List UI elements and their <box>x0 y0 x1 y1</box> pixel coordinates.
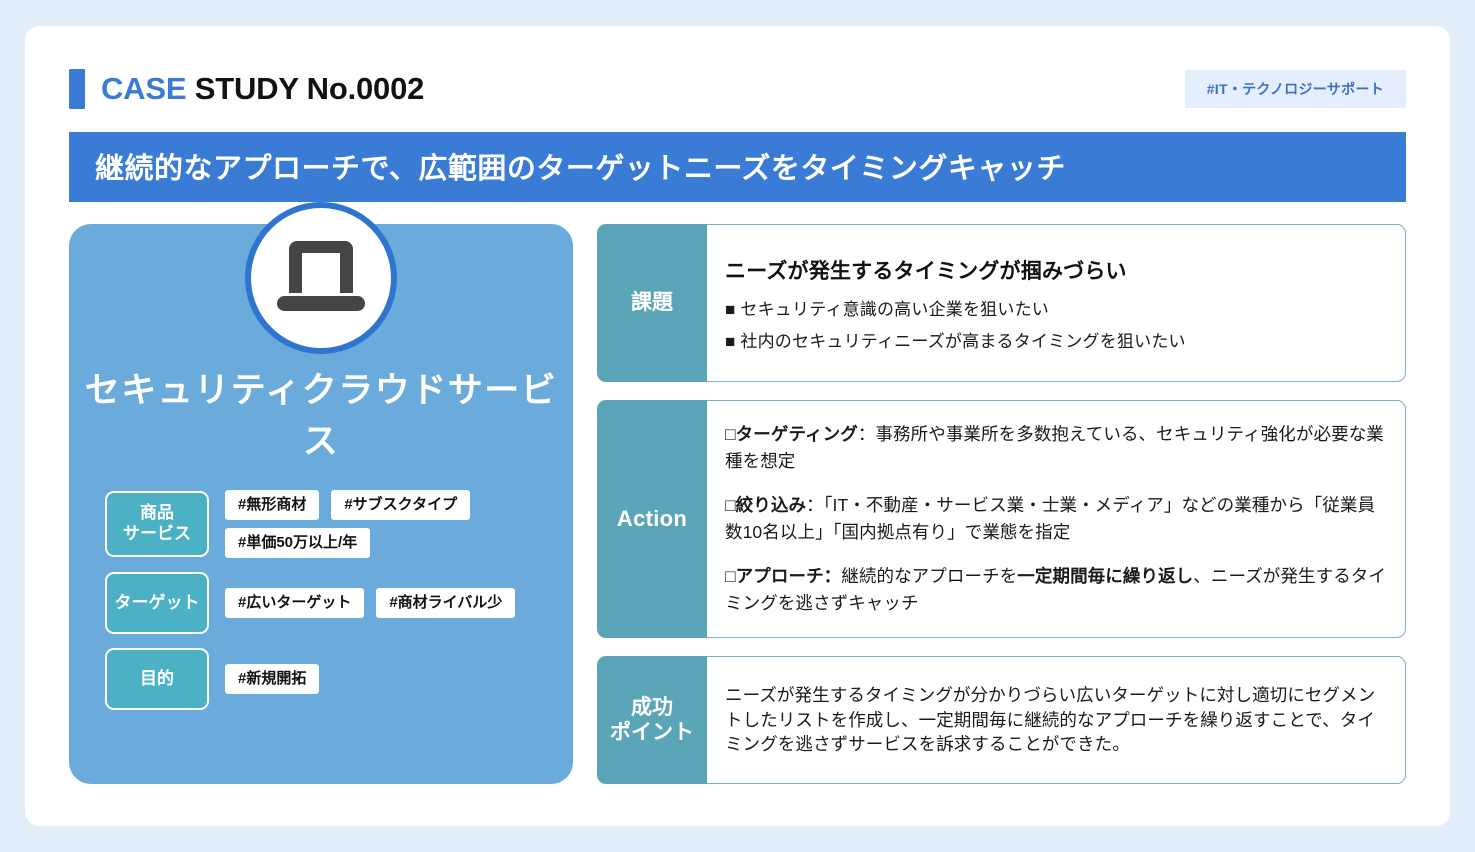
attribute-label-service: 商品 サービス <box>105 491 209 557</box>
section-body-action: □ターゲティング：事務所や事業所を多数抱えている、セキュリティ強化が必要な業種を… <box>707 400 1406 638</box>
tag-pill: #単価50万以上/年 <box>225 528 371 558</box>
tag-pill: #広いターゲット <box>225 588 365 618</box>
section-issue: 課題 ニーズが発生するタイミングが掴みづらい ■ セキュリティ意識の高い企業を狙… <box>597 224 1406 382</box>
attribute-label-service-line1: 商品 <box>140 503 174 523</box>
laptop-icon <box>245 202 397 354</box>
product-panel: セキュリティクラウドサービス 商品 サービス #無形商材 #サブスクタイプ #単… <box>69 202 573 784</box>
attribute-row-service: 商品 サービス #無形商材 #サブスクタイプ #単価50万以上/年 <box>105 490 559 558</box>
attribute-row-target: ターゲット #広いターゲット #商材ライバル少 <box>105 572 559 634</box>
section-success: 成功 ポイント ニーズが発生するタイミングが分かりづらい広いターゲットに対し適切… <box>597 656 1406 784</box>
study-label: STUDY No.0002 <box>186 71 425 106</box>
section-body-issue: ニーズが発生するタイミングが掴みづらい ■ セキュリティ意識の高い企業を狙いたい… <box>707 224 1406 382</box>
section-label-success: 成功 ポイント <box>597 656 707 784</box>
section-label-success-line2: ポイント <box>610 721 694 744</box>
header: CASE STUDY No.0002 #IT・テクノロジーサポート <box>69 66 1406 112</box>
tag-pill: #サブスクタイプ <box>331 490 471 520</box>
page-title: CASE STUDY No.0002 <box>101 71 424 107</box>
product-attributes: 商品 サービス #無形商材 #サブスクタイプ #単価50万以上/年 ターゲット … <box>69 490 573 710</box>
attribute-label-target: ターゲット <box>105 572 209 634</box>
tag-pill: #新規開拓 <box>225 664 320 694</box>
action-text: 継続的なアプローチを <box>841 566 1018 587</box>
section-label-action: Action <box>597 400 707 638</box>
action-strong: ターゲティング <box>735 423 858 444</box>
case-study-card: CASE STUDY No.0002 #IT・テクノロジーサポート 継続的なアプ… <box>25 26 1450 826</box>
issue-item: ■ セキュリティ意識の高い企業を狙いたい <box>725 299 1049 319</box>
case-marker-icon <box>69 69 85 109</box>
action-paragraph-targeting: □ターゲティング：事務所や事業所を多数抱えている、セキュリティ強化が必要な業種を… <box>725 421 1387 475</box>
issue-item: ■ 社内のセキュリティニーズが高まるタイミングを狙いたい <box>725 331 1186 351</box>
attribute-label-purpose: 目的 <box>105 648 209 710</box>
action-strong-2: 一定期間毎に繰り返し <box>1017 566 1194 587</box>
headline-bar: 継続的なアプローチで、広範囲のターゲットニーズをタイミングキャッチ <box>69 132 1406 202</box>
success-text: ニーズが発生するタイミングが分かりづらい広いターゲットに対し適切にセグメントした… <box>725 684 1376 755</box>
section-label-success-line1: 成功 <box>631 695 673 719</box>
attribute-label-service-line2: サービス <box>123 524 191 543</box>
section-body-success: ニーズが発生するタイミングが分かりづらい広いターゲットに対し適切にセグメントした… <box>707 656 1406 784</box>
action-strong: 絞り込み <box>735 494 807 515</box>
action-bullet-icon: □ <box>725 423 736 444</box>
section-action: Action □ターゲティング：事務所や事業所を多数抱えている、セキュリティ強化… <box>597 400 1406 638</box>
attribute-tags-purpose: #新規開拓 <box>225 664 320 694</box>
tag-pill: #無形商材 <box>225 490 320 520</box>
product-name: セキュリティクラウドサービス <box>84 371 558 461</box>
action-strong: アプローチ： <box>735 566 842 587</box>
action-bullet-icon: □ <box>725 566 736 587</box>
category-badge: #IT・テクノロジーサポート <box>1184 70 1406 108</box>
action-paragraph-filtering: □絞り込み：「IT・不動産・サービス業・士業・メディア」などの業種から「従業員数… <box>725 492 1387 546</box>
tag-pill: #商材ライバル少 <box>376 588 516 618</box>
attribute-tags-target: #広いターゲット #商材ライバル少 <box>225 588 516 618</box>
action-text: ：「IT・不動産・サービス業・士業・メディア」などの業種から「従業員数10名以上… <box>725 494 1376 542</box>
case-label: CASE <box>101 71 187 106</box>
body-grid: セキュリティクラウドサービス 商品 サービス #無形商材 #サブスクタイプ #単… <box>69 202 1406 784</box>
attribute-row-purpose: 目的 #新規開拓 <box>105 648 559 710</box>
sections-column: 課題 ニーズが発生するタイミングが掴みづらい ■ セキュリティ意識の高い企業を狙… <box>597 224 1406 784</box>
action-bullet-icon: □ <box>725 494 736 515</box>
action-paragraph-approach: □アプローチ：継続的なアプローチを一定期間毎に繰り返し、ニーズが発生するタイミン… <box>725 563 1387 617</box>
attribute-tags-service: #無形商材 #サブスクタイプ #単価50万以上/年 <box>225 490 559 558</box>
section-label-issue: 課題 <box>597 224 707 382</box>
issue-heading: ニーズが発生するタイミングが掴みづらい <box>725 259 1127 283</box>
